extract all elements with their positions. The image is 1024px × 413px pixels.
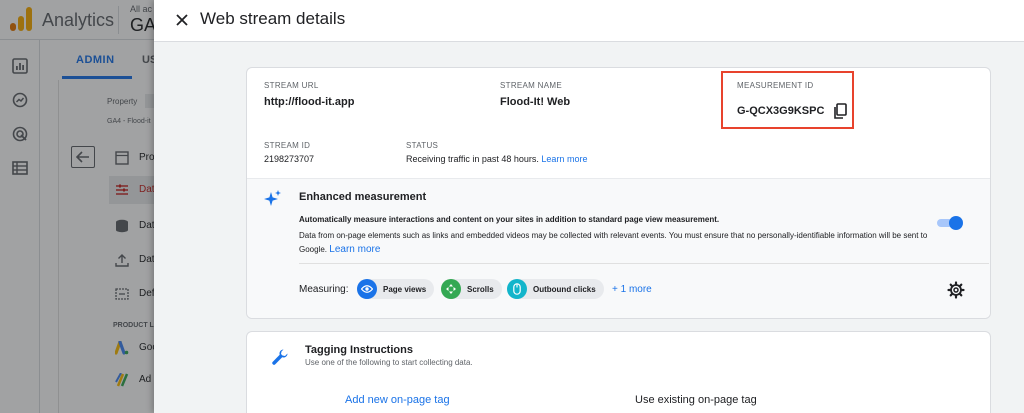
wrench-icon [272, 349, 288, 365]
use-existing-tag-option[interactable]: Use existing on-page tag [635, 394, 757, 406]
measurement-id-label: MEASUREMENT ID [737, 81, 814, 90]
modal-scrim[interactable] [0, 0, 154, 413]
enhanced-learn-more-link[interactable]: Learn more [329, 244, 380, 255]
stream-url-value: http://flood-it.app [264, 96, 355, 108]
mouse-icon [507, 279, 527, 299]
more-events-link[interactable]: + 1 more [612, 284, 652, 295]
enhanced-measurement-title: Enhanced measurement [299, 191, 427, 203]
add-new-tag-option[interactable]: Add new on-page tag [345, 394, 450, 406]
enhanced-measurement-summary: Automatically measure interactions and c… [299, 215, 720, 224]
gear-icon[interactable] [947, 281, 965, 299]
enhanced-measurement-section: Enhanced measurement Automatically measu… [247, 178, 990, 318]
enhanced-measurement-description: Data from on-page elements such as links… [299, 229, 939, 257]
enhanced-measurement-desc-text: Data from on-page elements such as links… [299, 231, 928, 254]
stream-url-label: STREAM URL [264, 81, 319, 90]
close-button[interactable] [172, 10, 192, 30]
tagging-instructions-card: Tagging Instructions Use one of the foll… [246, 331, 991, 413]
measurement-id-value: G-QCX3G9KSPC [737, 105, 825, 117]
close-icon [176, 14, 188, 26]
chip-outbound-clicks: Outbound clicks [507, 279, 604, 299]
web-stream-details-panel: Web stream details STREAM URL http://flo… [154, 0, 1024, 413]
measurement-id-highlight [721, 71, 854, 129]
section-divider [299, 263, 989, 264]
chip-page-views: Page views [357, 279, 435, 299]
stream-id-label: STREAM ID [264, 141, 311, 150]
chip-label: Scrolls [467, 284, 494, 294]
tagging-title: Tagging Instructions [305, 344, 413, 356]
enhanced-measurement-toggle[interactable] [935, 215, 963, 231]
eye-icon [357, 279, 377, 299]
stream-info-card: STREAM URL http://flood-it.app STREAM NA… [246, 67, 991, 319]
chip-scrolls: Scrolls [441, 279, 502, 299]
chip-label: Outbound clicks [533, 284, 596, 294]
status-text: Receiving traffic in past 48 hours. Lear… [406, 154, 587, 164]
tagging-subtitle: Use one of the following to start collec… [305, 358, 473, 367]
sparkle-icon [264, 190, 281, 206]
stream-name-label: STREAM NAME [500, 81, 562, 90]
status-value: Receiving traffic in past 48 hours. [406, 154, 539, 164]
status-label: STATUS [406, 141, 439, 150]
panel-header: Web stream details [154, 0, 1024, 42]
stream-name-value: Flood-It! Web [500, 96, 571, 108]
status-learn-more-link[interactable]: Learn more [541, 154, 587, 164]
panel-title: Web stream details [200, 9, 346, 28]
chip-label: Page views [383, 284, 427, 294]
measuring-label: Measuring: [299, 284, 349, 295]
toggle-thumb [949, 216, 963, 230]
scroll-icon [441, 279, 461, 299]
stream-id-value: 2198273707 [264, 154, 315, 164]
copy-icon[interactable] [832, 103, 848, 119]
